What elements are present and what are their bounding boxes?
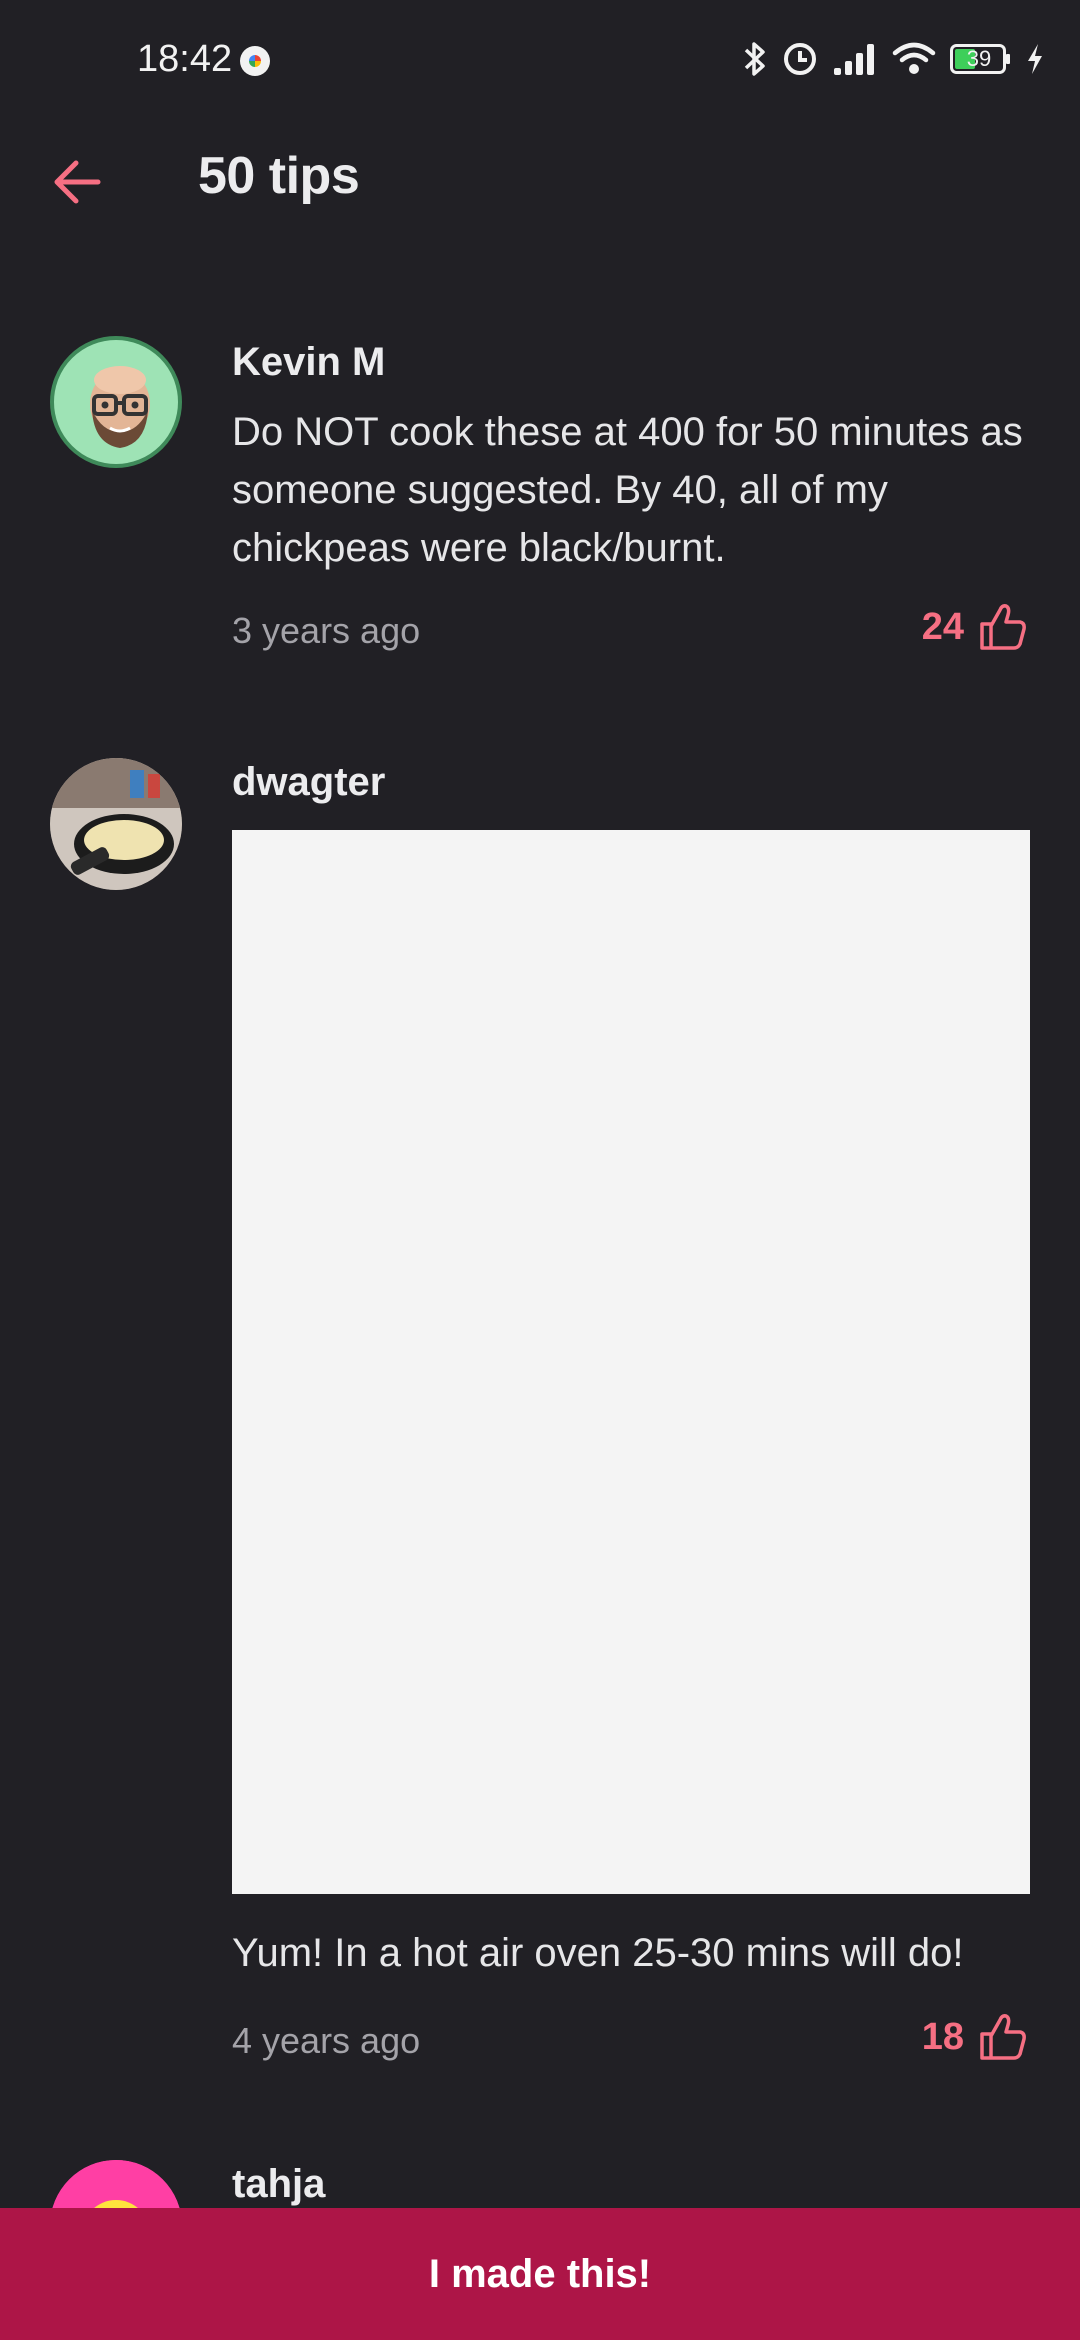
tip-photo[interactable] [232, 830, 1030, 1894]
like-count: 18 [921, 2015, 964, 2058]
tip-text: Do NOT cook these at 400 for 50 minutes … [232, 410, 1023, 570]
i-made-this-button[interactable]: I made this! [0, 2208, 1080, 2340]
time-ago: 4 years ago [232, 2020, 421, 2061]
page-title: 50 tips [198, 147, 360, 205]
author-name[interactable]: Kevin M [232, 340, 385, 385]
like-button[interactable]: 18 [922, 2012, 1028, 2062]
cta-label: I made this! [428, 2251, 652, 2296]
avatar[interactable] [50, 336, 182, 468]
alarm-icon [782, 41, 818, 77]
status-icons: 39 [742, 40, 1044, 78]
wifi-icon [892, 41, 936, 77]
bluetooth-icon [742, 40, 768, 78]
like-count: 24 [921, 605, 964, 648]
photos-notification-icon [240, 46, 270, 76]
charging-icon [1026, 43, 1044, 75]
author-name[interactable]: tahja [232, 2162, 325, 2207]
tip-text: Yum! In a hot air oven 25-30 mins will d… [232, 1931, 964, 1975]
arrow-left-icon [54, 160, 101, 204]
time-ago: 3 years ago [232, 610, 421, 651]
avatar[interactable] [50, 758, 182, 890]
signal-icon [832, 41, 878, 77]
screen: 18:42 39 50 tips Kevin M Do NOT cook the… [0, 0, 1080, 2340]
author-name[interactable]: dwagter [232, 760, 385, 805]
thumbs-up-icon [980, 604, 1026, 650]
status-bar: 18:42 39 [0, 0, 1080, 120]
like-button[interactable]: 24 [922, 602, 1028, 652]
kitchen-photo-avatar-image [50, 758, 182, 890]
status-time: 18:42 [137, 38, 233, 80]
header: 50 tips [0, 120, 1080, 240]
thumbs-up-icon [980, 2014, 1026, 2060]
battery-level: 39 [966, 46, 992, 71]
memoji-avatar-image [90, 366, 150, 448]
back-button[interactable] [46, 150, 110, 214]
battery-icon: 39 [950, 44, 1012, 74]
